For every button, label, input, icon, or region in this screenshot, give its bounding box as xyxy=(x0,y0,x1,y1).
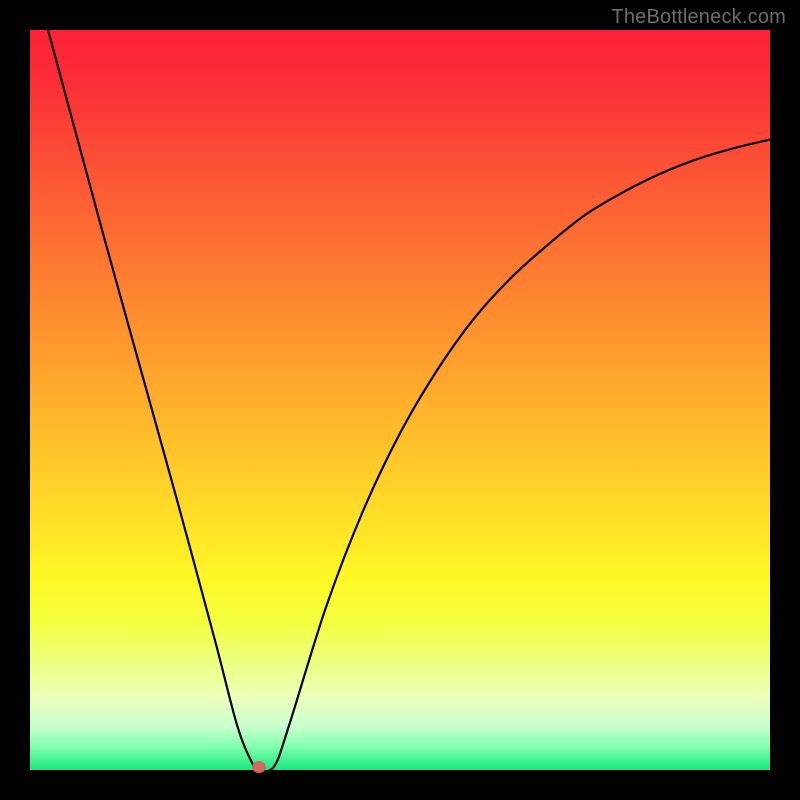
chart-frame: TheBottleneck.com xyxy=(0,0,800,800)
bottleneck-curve xyxy=(30,30,770,770)
watermark-text: TheBottleneck.com xyxy=(611,6,786,29)
plot-area xyxy=(30,30,770,770)
optimal-point-marker xyxy=(252,761,266,773)
